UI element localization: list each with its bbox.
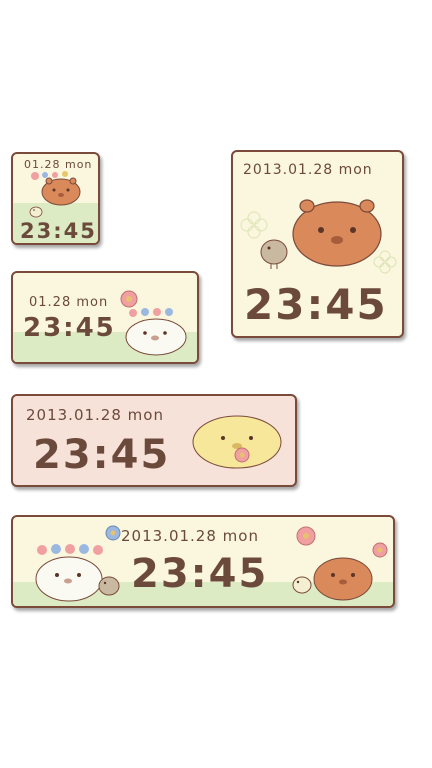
capybara-white-icon xyxy=(35,556,103,602)
clock-widget-2x2[interactable]: 2013.01.28 mon 23:45 xyxy=(231,150,404,338)
flower-icon xyxy=(296,526,316,546)
widget-time: 23:45 xyxy=(244,280,388,329)
widget-time: 23:45 xyxy=(20,219,97,243)
flower-icon xyxy=(372,542,388,558)
flower-crown-icon xyxy=(129,308,173,317)
clock-widget-2x1[interactable]: 01.28 mon 23:45 xyxy=(11,271,199,364)
flower-icon xyxy=(234,447,250,463)
bird-icon xyxy=(260,239,288,269)
widget-date: 2013.01.28 mon xyxy=(121,527,259,545)
capybara-brown-icon xyxy=(292,199,382,267)
bird-icon xyxy=(292,576,312,594)
bird-icon xyxy=(98,576,120,596)
flower-icon xyxy=(105,525,121,541)
widget-date: 01.28 mon xyxy=(29,295,109,310)
widget-date: 2013.01.28 mon xyxy=(243,162,373,178)
bird-icon xyxy=(29,206,43,218)
flower-crown-icon xyxy=(31,171,68,180)
capybara-brown-icon xyxy=(313,557,373,601)
clock-widget-1x1[interactable]: 01.28 mon 23:45 xyxy=(11,152,100,245)
clock-widget-3x1[interactable]: 2013.01.28 mon 23:45 xyxy=(11,394,297,487)
widget-time: 23:45 xyxy=(33,432,171,478)
widget-time: 23:45 xyxy=(131,551,269,597)
flower-icon xyxy=(120,290,138,308)
clock-widget-4x1[interactable]: 2013.01.28 mon 23:45 xyxy=(11,515,395,608)
widget-date: 2013.01.28 mon xyxy=(26,406,164,424)
widget-time: 23:45 xyxy=(23,313,116,343)
